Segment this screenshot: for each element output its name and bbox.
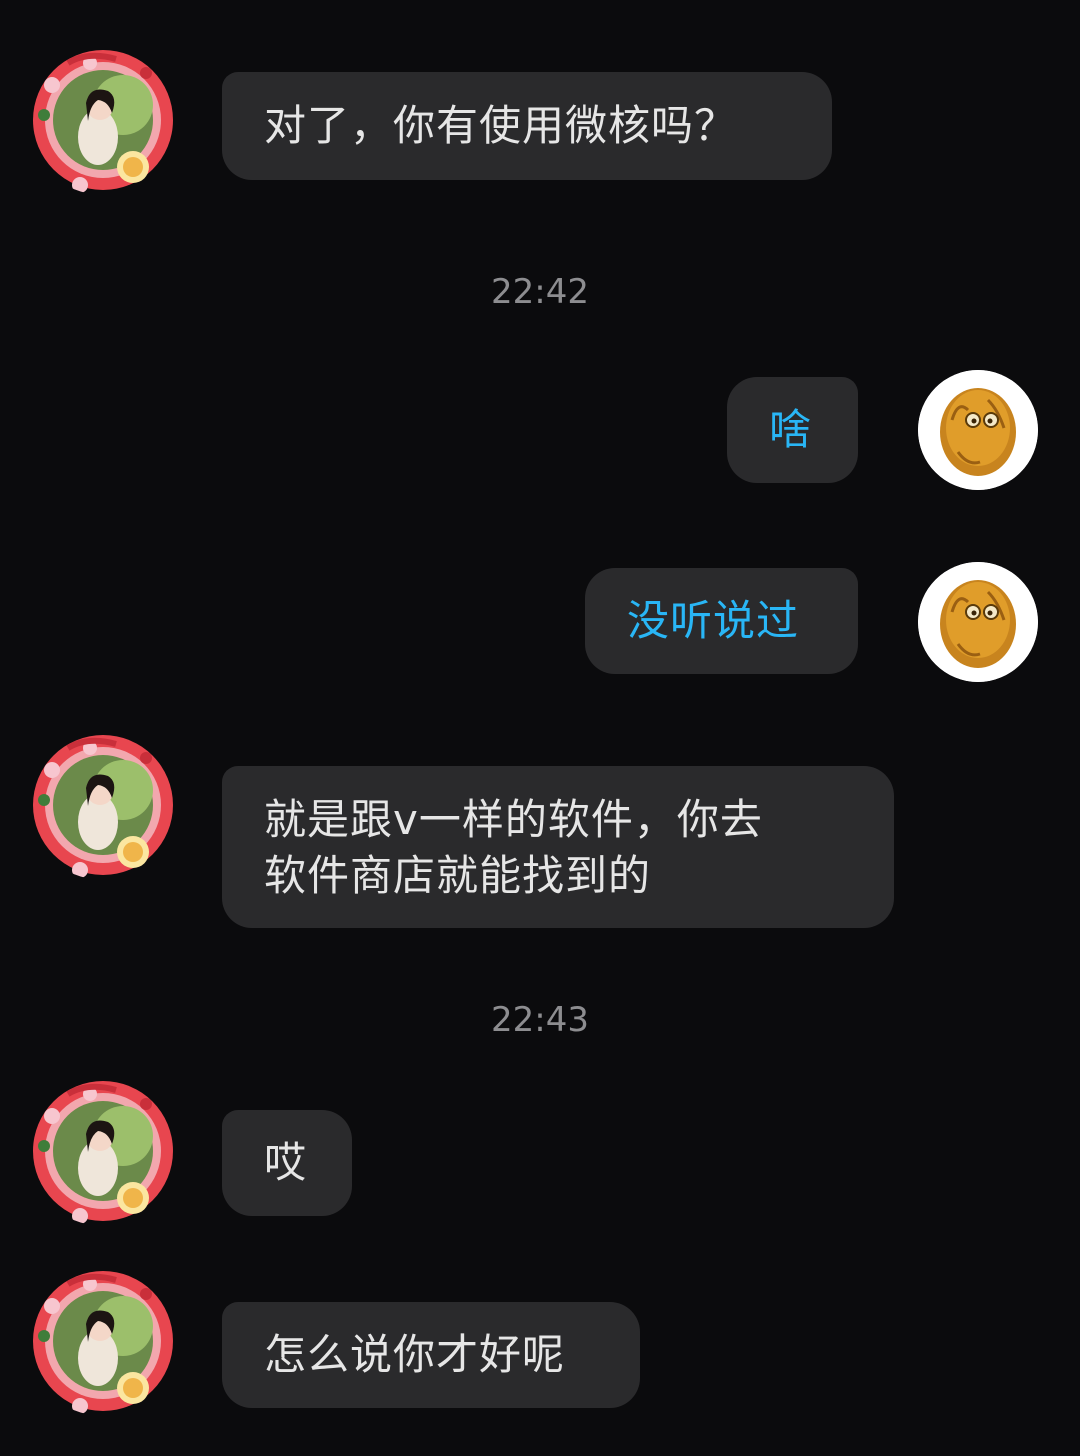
message-text: 怎么说你才好呢 bbox=[264, 1330, 566, 1379]
message-text-line: 软件商店就能找到的 bbox=[264, 851, 652, 900]
contact-avatar[interactable] bbox=[28, 45, 178, 195]
message-bubble-outgoing[interactable]: 啥 bbox=[727, 377, 858, 483]
contact-avatar[interactable] bbox=[28, 1266, 178, 1416]
message-text: 哎 bbox=[264, 1138, 308, 1187]
message-bubble-incoming[interactable]: 哎 bbox=[222, 1110, 352, 1216]
message-text: 对了，你有使用微核吗？ bbox=[264, 101, 738, 150]
contact-avatar[interactable] bbox=[28, 730, 178, 880]
message-text-line: 就是跟v一样的软件，你去 bbox=[264, 795, 763, 844]
message-bubble-incoming[interactable]: 对了，你有使用微核吗？ bbox=[222, 72, 832, 180]
message-text: 啥 bbox=[769, 405, 813, 454]
message-bubble-outgoing[interactable]: 没听说过 bbox=[585, 568, 858, 674]
message-bubble-incoming[interactable]: 怎么说你才好呢 bbox=[222, 1302, 640, 1408]
message-timestamp: 22:42 bbox=[491, 272, 589, 312]
message-text: 没听说过 bbox=[627, 596, 800, 645]
contact-avatar[interactable] bbox=[28, 1076, 178, 1226]
self-avatar[interactable] bbox=[918, 562, 1038, 682]
message-bubble-incoming[interactable]: 就是跟v一样的软件，你去 软件商店就能找到的 bbox=[222, 766, 894, 928]
message-timestamp: 22:43 bbox=[491, 1000, 589, 1040]
self-avatar[interactable] bbox=[918, 370, 1038, 490]
